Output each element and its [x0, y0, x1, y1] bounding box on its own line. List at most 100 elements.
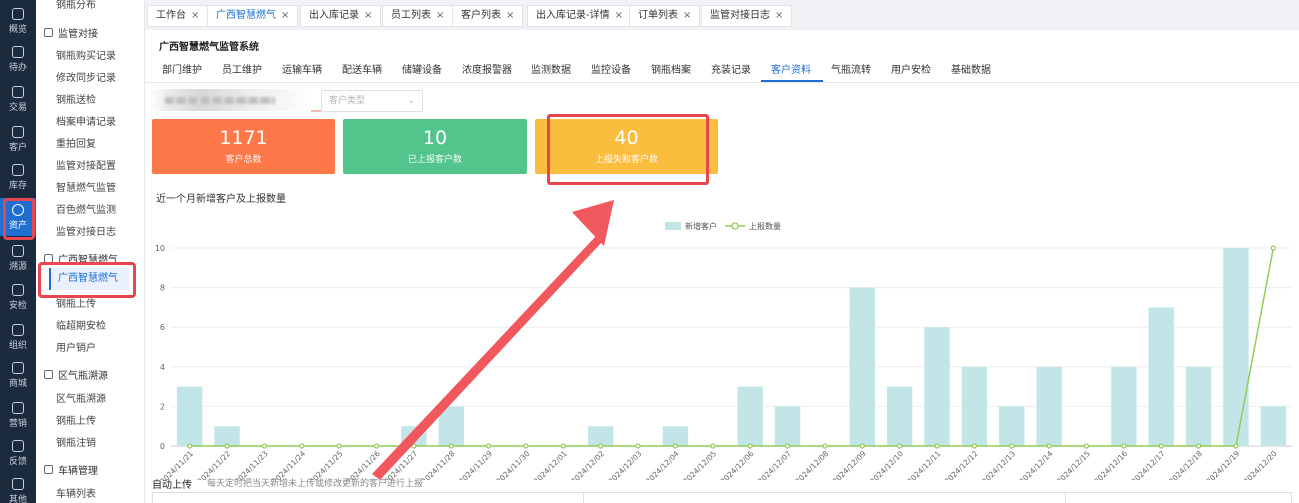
- subtab-base-data[interactable]: 基础数据: [951, 61, 991, 76]
- nav-item-archive-request[interactable]: 档案申请记录: [56, 113, 116, 128]
- x-tick-label: 2024/12/11: [905, 449, 942, 480]
- close-icon[interactable]: ×: [364, 10, 372, 21]
- nav-item-retake-reply[interactable]: 重拍回复: [56, 135, 96, 150]
- subtab-cylinder-flow[interactable]: 气瓶流转: [831, 61, 871, 76]
- rail-item-other[interactable]: 其他: [0, 472, 36, 503]
- rail-item-org[interactable]: 组织: [0, 318, 36, 356]
- nav-item-district-trace[interactable]: 区气瓶溯源: [56, 390, 106, 405]
- nav-item-user-cancel[interactable]: 用户销户: [56, 339, 96, 354]
- subtab-monitor-data[interactable]: 监测数据: [531, 61, 571, 76]
- select-placeholder: 客户类型: [329, 96, 366, 106]
- nav-item-district-cancel[interactable]: 钢瓶注销: [56, 434, 96, 449]
- point-reported: [1121, 443, 1127, 449]
- nav-group-supervision[interactable]: 监管对接: [44, 25, 98, 40]
- system-title: 广西智慧燃气监管系统: [159, 42, 259, 53]
- guangxi-highlight-box: [38, 262, 136, 298]
- bar-new-customers: [176, 386, 203, 446]
- close-icon[interactable]: ×: [191, 10, 199, 21]
- rail-item-label: 交易: [8, 102, 27, 113]
- tab-customer-list[interactable]: 客户列表 ×: [452, 5, 524, 27]
- y-tick-label: 8: [160, 284, 165, 293]
- rail-item-todo[interactable]: 待办: [0, 40, 36, 78]
- input-error-underline: [311, 90, 321, 112]
- inspection-icon: [12, 283, 24, 296]
- subtab-filling-record[interactable]: 充装记录: [711, 61, 751, 76]
- close-icon[interactable]: ×: [775, 10, 783, 21]
- nav-group-district[interactable]: 区气瓶溯源: [44, 367, 108, 382]
- close-icon[interactable]: ×: [683, 10, 691, 21]
- x-tick-label: 2024/12/05: [681, 449, 718, 480]
- close-icon[interactable]: ×: [506, 10, 514, 21]
- close-icon[interactable]: ×: [615, 10, 623, 21]
- nav-group-label: 监管对接: [58, 29, 98, 40]
- search-input-redacted[interactable]: [151, 89, 313, 111]
- subtab-monitor-device[interactable]: 监控设备: [591, 61, 631, 76]
- rail-item-mall[interactable]: 商城: [0, 356, 36, 394]
- subtab-tank-equipment[interactable]: 储罐设备: [402, 61, 442, 76]
- subtab-concentration-alarm[interactable]: 浓度报警器: [462, 61, 512, 76]
- line-reported: [189, 247, 1275, 447]
- x-tick-label: 2024/12/17: [1130, 449, 1167, 480]
- close-icon[interactable]: ×: [436, 10, 444, 21]
- x-tick-label: 2024/11/28: [420, 449, 457, 480]
- x-tick-label: 2024/12/12: [943, 449, 980, 480]
- subtab-department[interactable]: 部门维护: [162, 61, 202, 76]
- subtab-cylinder-archive[interactable]: 钢瓶档案: [651, 61, 691, 76]
- subtab-delivery-vehicle[interactable]: 配送车辆: [342, 61, 382, 76]
- bar-new-customers: [588, 426, 614, 446]
- nav-item-smart-gas-supervision[interactable]: 智慧燃气监管: [56, 179, 116, 194]
- tab-guangxi-smart-gas[interactable]: 广西智慧燃气 ×: [207, 5, 299, 27]
- bar-new-customers: [1260, 406, 1287, 446]
- point-reported: [224, 443, 230, 449]
- rail-item-customer[interactable]: 客户: [0, 120, 36, 158]
- tab-stock-record[interactable]: 出入库记录 ×: [300, 5, 382, 27]
- subtab-user-inspection[interactable]: 用户安检: [891, 61, 931, 76]
- subtab-transport-vehicle[interactable]: 运输车辆: [282, 61, 322, 76]
- nav-item-supervision-log[interactable]: 监管对接日志: [56, 223, 116, 238]
- nav-item-district-upload[interactable]: 钢瓶上传: [56, 412, 96, 427]
- tab-label: 出入库记录: [309, 10, 359, 21]
- tab-label: 广西智慧燃气: [216, 10, 276, 21]
- legend-bar-swatch: [665, 222, 681, 230]
- rail-item-label: 溯源: [8, 261, 27, 272]
- org-icon: [12, 323, 24, 336]
- rail-item-feedback[interactable]: 反馈: [0, 434, 36, 472]
- tab-supervision-log[interactable]: 监管对接日志 ×: [701, 5, 793, 27]
- reported-customers-label: 已上报客户数: [407, 155, 462, 165]
- rail-item-inspection[interactable]: 安检: [0, 278, 36, 316]
- tab-stock-record-detail[interactable]: 出入库记录-详情 ×: [527, 5, 632, 27]
- nav-group-vehicle[interactable]: 车辆管理: [44, 462, 98, 477]
- rail-item-marketing[interactable]: 营销: [0, 396, 36, 434]
- nav-item-vehicle-list[interactable]: 车辆列表: [56, 485, 96, 500]
- rail-item-label: 其他: [8, 494, 27, 503]
- point-reported: [672, 443, 679, 449]
- x-tick-label: 2024/12/14: [1018, 449, 1055, 480]
- tab-workbench[interactable]: 工作台 ×: [147, 5, 209, 27]
- nav-item-sync-record[interactable]: 修改同步记录: [56, 69, 116, 84]
- customer-type-select[interactable]: 客户类型 ⌄: [321, 90, 423, 112]
- point-reported: [784, 443, 791, 449]
- tab-employee-list[interactable]: 员工列表 ×: [382, 5, 454, 27]
- rail-item-trace[interactable]: 溯源: [0, 239, 36, 277]
- nav-item-inspection-send[interactable]: 钢瓶送检: [56, 91, 96, 106]
- other-icon: [12, 477, 24, 490]
- subtab-customer-info[interactable]: 客户资料: [771, 61, 811, 76]
- nav-item-cylinder-distribution[interactable]: 钢瓶分布: [56, 0, 96, 11]
- rail-item-label: 商城: [8, 378, 27, 389]
- close-icon[interactable]: ×: [281, 10, 289, 21]
- nav-item-purchase-record[interactable]: 钢瓶购买记录: [56, 47, 116, 62]
- rail-item-transaction[interactable]: 交易: [0, 80, 36, 118]
- nav-item-overdue-inspection[interactable]: 临超期安检: [56, 317, 106, 332]
- point-reported: [971, 443, 977, 449]
- subtab-employee[interactable]: 员工维护: [222, 61, 262, 76]
- nav-item-baise-monitor[interactable]: 百色燃气监测: [56, 201, 116, 216]
- tab-order-list[interactable]: 订单列表 ×: [629, 5, 701, 27]
- bar-new-customers: [737, 386, 763, 446]
- rail-item-overview[interactable]: 概览: [0, 2, 36, 40]
- rail-item-inventory[interactable]: 库存: [0, 158, 36, 196]
- vehicle-icon: [44, 465, 53, 474]
- chevron-down-icon: ⌄: [407, 96, 415, 106]
- reported-customers-value: 10: [422, 127, 448, 149]
- nav-item-supervision-config[interactable]: 监管对接配置: [56, 157, 116, 172]
- point-reported: [1270, 245, 1276, 251]
